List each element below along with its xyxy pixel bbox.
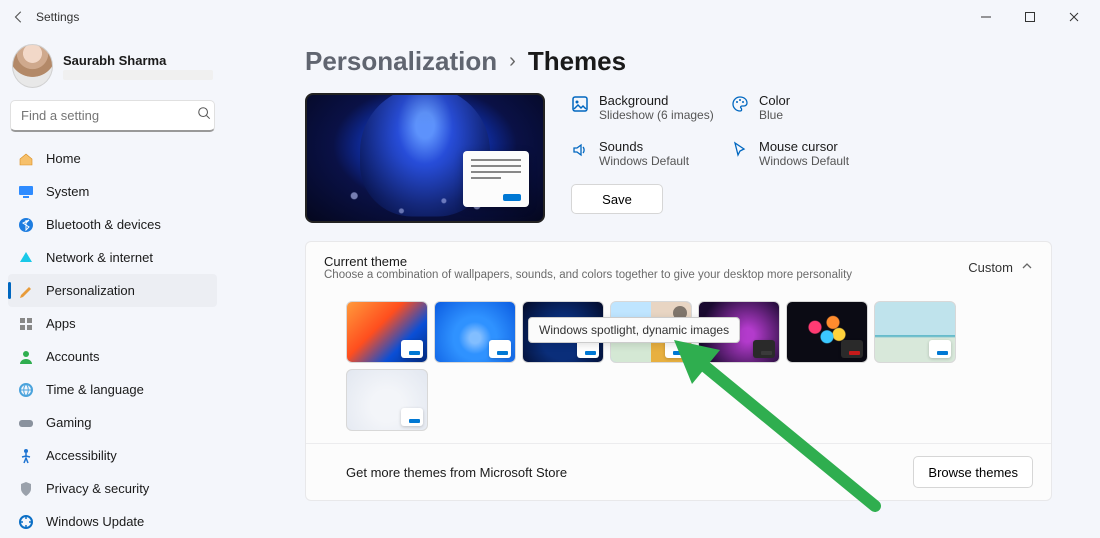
nav-label: System	[46, 184, 89, 199]
cursor-setting[interactable]: Mouse cursorWindows Default	[731, 139, 881, 177]
current-theme-section: Current theme Choose a combination of wa…	[305, 241, 1052, 501]
more-themes-label: Get more themes from Microsoft Store	[346, 465, 567, 480]
nav-label: Home	[46, 151, 81, 166]
window-title: Settings	[36, 10, 79, 24]
nav-label: Accessibility	[46, 448, 117, 463]
shield-icon	[18, 481, 34, 497]
gamepad-icon	[18, 415, 34, 431]
current-theme-value: Custom	[968, 260, 1013, 275]
user-header[interactable]: Saurabh Sharma	[8, 42, 217, 94]
minimize-button[interactable]	[964, 2, 1008, 32]
apps-icon	[18, 316, 34, 332]
nav-label: Accounts	[46, 349, 99, 364]
cursor-icon	[731, 139, 749, 164]
sounds-setting[interactable]: SoundsWindows Default	[571, 139, 721, 177]
accessibility-icon	[18, 448, 34, 464]
chevron-up-icon	[1021, 260, 1033, 275]
user-name: Saurabh Sharma	[63, 53, 213, 68]
color-setting[interactable]: ColorBlue	[731, 93, 881, 131]
bluetooth-icon	[18, 217, 34, 233]
palette-icon	[731, 93, 749, 118]
sidebar-item-system[interactable]: System	[8, 175, 217, 208]
theme-preview	[305, 93, 545, 223]
current-theme-desc: Choose a combination of wallpapers, soun…	[324, 269, 852, 281]
back-button[interactable]	[4, 2, 34, 32]
titlebar: Settings	[0, 0, 1100, 34]
close-button[interactable]	[1052, 2, 1096, 32]
theme-gallery: Windows spotlight, dynamic images	[306, 293, 1051, 443]
theme-summary: BackgroundSlideshow (6 images) ColorBlue…	[571, 93, 881, 223]
theme-option-2[interactable]	[434, 301, 516, 363]
page-title: Themes	[528, 46, 626, 77]
sidebar-item-apps[interactable]: Apps	[8, 307, 217, 340]
maximize-button[interactable]	[1008, 2, 1052, 32]
sidebar-item-gaming[interactable]: Gaming	[8, 406, 217, 439]
globe-icon	[18, 382, 34, 398]
sidebar-item-network[interactable]: Network & internet	[8, 241, 217, 274]
browse-themes-button[interactable]: Browse themes	[913, 456, 1033, 488]
sidebar-item-bluetooth[interactable]: Bluetooth & devices	[8, 208, 217, 241]
image-icon	[571, 93, 589, 118]
theme-option-7[interactable]	[874, 301, 956, 363]
nav-label: Windows Update	[46, 514, 144, 529]
tooltip: Windows spotlight, dynamic images	[528, 317, 740, 343]
nav-label: Apps	[46, 316, 76, 331]
sound-icon	[571, 139, 589, 164]
breadcrumb-parent[interactable]: Personalization	[305, 46, 497, 77]
brush-icon	[18, 283, 34, 299]
preview-window	[463, 151, 529, 207]
content: Personalization › Themes BackgroundSlide…	[225, 34, 1100, 509]
background-setting[interactable]: BackgroundSlideshow (6 images)	[571, 93, 721, 131]
breadcrumb: Personalization › Themes	[305, 46, 1052, 77]
wifi-icon	[18, 250, 34, 266]
nav-label: Time & language	[46, 382, 144, 397]
search-input[interactable]	[10, 100, 215, 132]
nav-label: Network & internet	[46, 250, 153, 265]
theme-option-8[interactable]	[346, 369, 428, 431]
nav-label: Privacy & security	[46, 481, 149, 496]
sidebar: Saurabh Sharma Home System Bluetooth & d…	[0, 34, 225, 509]
current-theme-label: Current theme	[324, 254, 852, 269]
chevron-right-icon: ›	[509, 50, 516, 73]
search-icon	[197, 106, 211, 125]
sidebar-item-update[interactable]: Windows Update	[8, 505, 217, 538]
theme-option-6[interactable]	[786, 301, 868, 363]
update-icon	[18, 514, 34, 530]
sidebar-item-privacy[interactable]: Privacy & security	[8, 472, 217, 505]
user-email-placeholder	[63, 70, 213, 80]
more-themes-row: Get more themes from Microsoft Store Bro…	[306, 443, 1051, 500]
sidebar-item-accessibility[interactable]: Accessibility	[8, 439, 217, 472]
sidebar-item-accounts[interactable]: Accounts	[8, 340, 217, 373]
current-theme-header[interactable]: Current theme Choose a combination of wa…	[306, 242, 1051, 293]
nav-label: Gaming	[46, 415, 92, 430]
home-icon	[18, 151, 34, 167]
avatar	[12, 44, 53, 88]
sidebar-item-time-language[interactable]: Time & language	[8, 373, 217, 406]
monitor-icon	[18, 184, 34, 200]
search-field[interactable]	[21, 108, 197, 123]
save-button[interactable]: Save	[571, 184, 663, 214]
sidebar-item-personalization[interactable]: Personalization	[8, 274, 217, 307]
person-icon	[18, 349, 34, 365]
theme-option-1[interactable]	[346, 301, 428, 363]
nav-label: Personalization	[46, 283, 135, 298]
nav-label: Bluetooth & devices	[46, 217, 161, 232]
sidebar-item-home[interactable]: Home	[8, 142, 217, 175]
